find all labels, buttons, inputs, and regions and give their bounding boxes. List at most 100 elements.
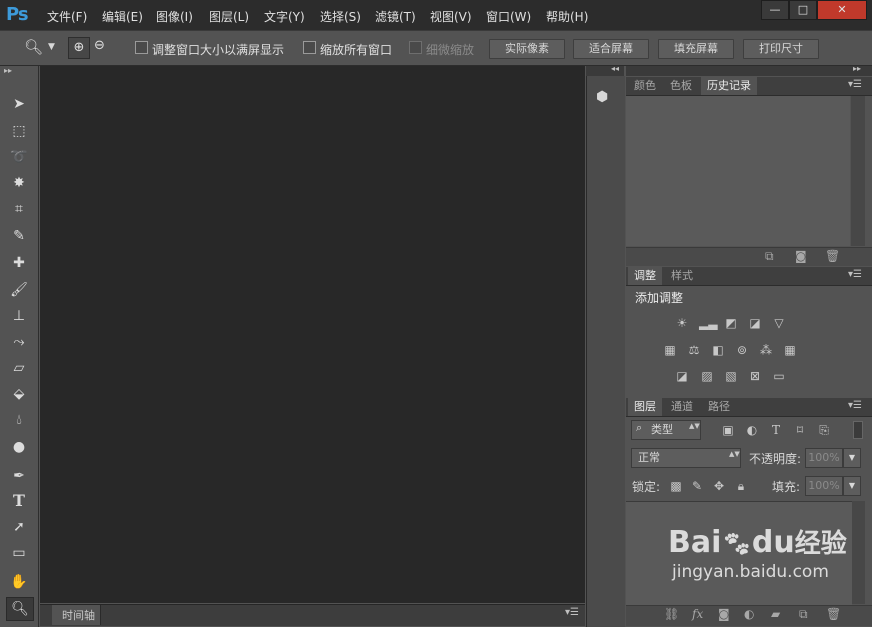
zoom-all-windows-checkbox[interactable] <box>303 41 316 54</box>
scrubby-zoom-checkbox[interactable] <box>409 41 422 54</box>
brightness-contrast-icon[interactable]: ☀ <box>674 316 690 330</box>
new-group-icon[interactable]: ▰ <box>771 607 780 621</box>
layer-style-fx-icon[interactable]: fx <box>692 607 703 621</box>
tab-channels[interactable]: 通道 <box>665 398 699 416</box>
lock-all-icon[interactable]: 🔒︎ <box>733 479 749 493</box>
type-tool-icon[interactable]: T <box>6 490 32 512</box>
layers-scrollbar[interactable] <box>852 501 865 604</box>
document-canvas[interactable] <box>40 66 585 603</box>
lock-image-icon[interactable]: ✎ <box>689 479 705 493</box>
trash-icon[interactable]: 🗑︎ <box>825 249 840 263</box>
eyedropper-tool-icon[interactable]: ✎ <box>6 225 32 247</box>
adjustments-menu-icon[interactable]: ▾☰ <box>848 269 862 280</box>
tab-styles[interactable]: 样式 <box>665 267 699 285</box>
color-balance-icon[interactable]: ⚖ <box>686 343 702 357</box>
3d-panel-icon[interactable]: ⬢ <box>596 89 608 105</box>
new-layer-icon[interactable]: ⧉ <box>799 607 808 622</box>
layers-menu-icon[interactable]: ▾☰ <box>848 400 862 411</box>
eraser-tool-icon[interactable]: ▱ <box>6 357 32 379</box>
history-scrollbar[interactable] <box>851 96 865 246</box>
collapse-panels-icon[interactable]: ◂◂ <box>611 64 619 73</box>
menu-file[interactable]: 文件(F) <box>47 8 87 25</box>
menu-view[interactable]: 视图(V) <box>430 8 472 25</box>
filter-smart-object-icon[interactable]: ⎘ <box>816 423 832 437</box>
fill-screen-button[interactable]: 填充屏幕 <box>658 39 734 59</box>
color-lookup-icon[interactable]: ▦ <box>782 343 798 357</box>
threshold-icon[interactable]: ▧ <box>723 369 739 383</box>
posterize-icon[interactable]: ▨ <box>699 369 715 383</box>
lock-position-icon[interactable]: ✥ <box>711 479 727 493</box>
paint-bucket-tool-icon[interactable]: ⬙ <box>6 383 32 405</box>
history-brush-tool-icon[interactable]: ⤳ <box>6 331 32 353</box>
lasso-tool-icon[interactable]: ➰ <box>6 146 32 168</box>
lock-transparent-icon[interactable]: ▩ <box>668 479 684 493</box>
gradient-map-icon[interactable]: ⊠ <box>747 369 763 383</box>
expand-right-icon[interactable]: ▸▸ <box>853 64 861 73</box>
actual-pixels-button[interactable]: 实际像素 <box>489 39 565 59</box>
black-white-icon[interactable]: ◧ <box>710 343 726 357</box>
invert-icon[interactable]: ◪ <box>674 369 690 383</box>
path-selection-tool-icon[interactable]: ➚ <box>6 516 32 538</box>
zoom-tool-preset-icon[interactable]: 🔍︎ <box>24 38 43 56</box>
brush-tool-icon[interactable]: 🖌︎ <box>6 279 32 301</box>
channel-mixer-icon[interactable]: ⁂ <box>758 343 774 357</box>
tab-adjustments[interactable]: 调整 <box>628 267 662 285</box>
history-menu-icon[interactable]: ▾☰ <box>848 79 862 90</box>
resize-windows-checkbox[interactable] <box>135 41 148 54</box>
blur-tool-icon[interactable]: 💧︎ <box>6 409 32 431</box>
snapshot-camera-icon[interactable]: ◙ <box>795 249 807 263</box>
maximize-button[interactable]: □ <box>789 0 817 20</box>
photo-filter-icon[interactable]: ⊚ <box>734 343 750 357</box>
link-layers-icon[interactable]: ⛓ <box>664 607 679 621</box>
tab-history[interactable]: 历史记录 <box>701 77 757 95</box>
exposure-icon[interactable]: ◪ <box>747 316 763 330</box>
fill-input[interactable]: 100% <box>805 476 843 496</box>
filter-pixel-icon[interactable]: ▣ <box>720 423 736 437</box>
curves-icon[interactable]: ◩ <box>723 316 739 330</box>
panel-menu-icon[interactable]: ▾☰ <box>565 607 579 618</box>
menu-select[interactable]: 选择(S) <box>320 8 361 25</box>
hand-tool-icon[interactable]: ✋ <box>6 571 32 593</box>
rectangle-tool-icon[interactable]: ▭ <box>6 542 32 564</box>
healing-brush-tool-icon[interactable]: ✚ <box>6 252 32 274</box>
zoom-tool-icon[interactable]: 🔍︎ <box>6 597 34 621</box>
filter-shape-icon[interactable]: ⌑ <box>792 423 808 437</box>
menu-edit[interactable]: 编辑(E) <box>102 8 143 25</box>
opacity-input[interactable]: 100% <box>805 448 843 468</box>
menu-image[interactable]: 图像(I) <box>156 8 193 25</box>
new-adjustment-layer-icon[interactable]: ◐ <box>744 607 754 621</box>
hue-saturation-icon[interactable]: ▦ <box>662 343 678 357</box>
menu-help[interactable]: 帮助(H) <box>546 8 588 25</box>
marquee-tool-icon[interactable]: ⬚ <box>6 120 32 142</box>
history-list[interactable] <box>626 96 850 246</box>
chevron-down-icon[interactable]: ▼ <box>48 42 55 52</box>
clone-stamp-tool-icon[interactable]: ⊥ <box>6 305 32 327</box>
magic-wand-tool-icon[interactable]: ✸ <box>6 172 32 194</box>
zoom-out-icon[interactable]: ⊖ <box>94 38 105 53</box>
pen-tool-icon[interactable]: ✒ <box>6 465 32 487</box>
menu-type[interactable]: 文字(Y) <box>264 8 305 25</box>
menu-layer[interactable]: 图层(L) <box>209 8 249 25</box>
new-document-icon[interactable]: ⧉ <box>765 249 774 264</box>
tab-layers[interactable]: 图层 <box>628 398 662 416</box>
zoom-in-icon[interactable]: ⊕ <box>68 37 90 59</box>
delete-layer-icon[interactable]: 🗑︎ <box>826 607 841 621</box>
dodge-tool-icon[interactable]: ● <box>6 436 32 458</box>
minimize-button[interactable]: — <box>761 0 789 20</box>
crop-tool-icon[interactable]: ⌗ <box>6 198 32 220</box>
levels-icon[interactable]: ▂▃ <box>699 316 717 330</box>
close-button[interactable]: ✕ <box>817 0 867 20</box>
vibrance-icon[interactable]: ▽ <box>771 316 787 330</box>
opacity-dropdown-icon[interactable]: ▼ <box>843 448 861 468</box>
menu-window[interactable]: 窗口(W) <box>486 8 531 25</box>
fit-screen-button[interactable]: 适合屏幕 <box>573 39 649 59</box>
selective-color-icon[interactable]: ▭ <box>771 369 787 383</box>
tab-paths[interactable]: 路径 <box>702 398 736 416</box>
filter-type-icon[interactable]: T <box>768 423 784 437</box>
move-tool-icon[interactable]: ➤ <box>6 93 32 115</box>
fill-dropdown-icon[interactable]: ▼ <box>843 476 861 496</box>
filter-toggle[interactable] <box>853 421 863 439</box>
add-mask-icon[interactable]: ◙ <box>718 607 730 621</box>
menu-filter[interactable]: 滤镜(T) <box>375 8 416 25</box>
expand-tools-icon[interactable]: ▸▸ <box>4 66 12 75</box>
